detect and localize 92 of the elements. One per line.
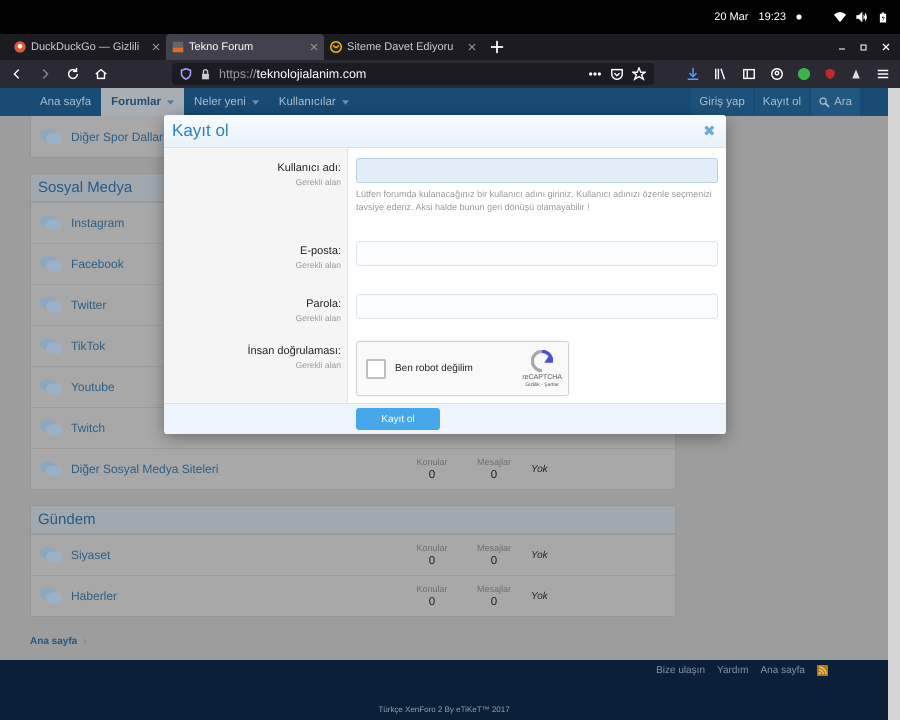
- speech-bubbles-icon: [39, 586, 63, 606]
- star-icon[interactable]: [632, 67, 646, 81]
- required-hint: Gerekli alan: [296, 260, 341, 270]
- menu-icon[interactable]: [876, 67, 890, 81]
- scrollbar[interactable]: [888, 88, 900, 720]
- topics-count: 0: [428, 596, 436, 608]
- site-icon: [172, 41, 184, 53]
- close-icon[interactable]: [310, 43, 318, 51]
- section-title[interactable]: Gündem: [31, 506, 675, 534]
- dot-icon: [796, 14, 802, 20]
- messages-count: 0: [490, 596, 498, 608]
- search-icon: [819, 96, 830, 108]
- nav-tab[interactable]: Ana sayfa: [30, 88, 102, 116]
- wifi-icon: [834, 11, 846, 23]
- recaptcha-icon: [531, 350, 554, 372]
- last-post: Yok: [531, 464, 548, 474]
- breadcrumb-link[interactable]: Ana sayfa: [30, 636, 78, 647]
- address-bar[interactable]: https://teknolojialanim.com: [172, 63, 654, 85]
- close-icon: [882, 43, 890, 51]
- field-label: E-posta:: [300, 245, 341, 257]
- home-icon[interactable]: [94, 67, 108, 81]
- library-icon[interactable]: [714, 67, 728, 81]
- required-hint: Gerekli alan: [296, 360, 341, 370]
- speech-bubbles-icon: [39, 336, 63, 356]
- forum-link[interactable]: Siyaset: [71, 548, 401, 562]
- nav-tab[interactable]: Neler yeni: [184, 88, 269, 116]
- last-post: Yok: [531, 590, 548, 602]
- search-button[interactable]: Ara: [811, 88, 860, 116]
- topics-count: 0: [428, 555, 436, 567]
- speech-bubbles-icon: [39, 459, 63, 479]
- field-explanation: Lütfen forumda kulanacağınız bir kullanıcı adını giriniz. Kullanıcı adınızı özenle seçmenizi tavsiye ederiz. Aksi halde bunun geri dönüşü olamayabilir !: [356, 188, 713, 214]
- messages-count: 0: [490, 555, 498, 567]
- lock-icon: [200, 68, 211, 80]
- required-hint: Gerekli alan: [296, 313, 341, 323]
- close-button[interactable]: ✖: [701, 122, 718, 140]
- breadcrumb-separator: ›: [83, 636, 87, 647]
- download-icon[interactable]: [686, 67, 700, 81]
- required-hint: Gerekli alan: [296, 177, 341, 187]
- speech-bubbles-icon: [39, 126, 63, 146]
- browser-tab[interactable]: DuckDuckGo — Gizlili: [8, 34, 166, 60]
- browser-tab[interactable]: Tekno Forum: [166, 34, 324, 60]
- close-icon[interactable]: [468, 43, 476, 51]
- field-label: İnsan doğrulaması:: [247, 345, 341, 357]
- copyright: Türkçe XenForo 2 By eTiKeT™ 2017: [378, 705, 510, 714]
- field-label: Parola:: [306, 298, 341, 310]
- messages-label: Mesajlar: [476, 543, 511, 553]
- pocket-icon[interactable]: [610, 67, 624, 81]
- last-post: Yok: [531, 550, 548, 560]
- close-icon[interactable]: [152, 43, 160, 51]
- speech-bubbles-icon: [39, 545, 63, 565]
- nav-tab[interactable]: Forumlar: [101, 88, 184, 116]
- topics-count: 0: [428, 469, 436, 481]
- battery-icon: [878, 10, 888, 24]
- shield-icon: [180, 68, 192, 80]
- speech-bubbles-icon: [39, 295, 63, 315]
- topics-label: Konular: [416, 543, 448, 553]
- messages-count: 0: [490, 469, 498, 481]
- extension-icon: [798, 68, 810, 80]
- topics-label: Konular: [416, 457, 448, 467]
- speech-bubbles-icon: [39, 418, 63, 438]
- rss-icon: [817, 664, 828, 676]
- forum-link[interactable]: Diğer Sosyal Medya Siteleri: [71, 462, 401, 476]
- input-field[interactable]: [356, 294, 718, 319]
- restore-icon: [860, 43, 868, 51]
- register-button[interactable]: Kayıt ol: [356, 408, 440, 430]
- messages-label: Mesajlar: [476, 584, 511, 594]
- captcha-checkbox[interactable]: [366, 358, 386, 378]
- account-icon[interactable]: [770, 67, 784, 81]
- browser-tab[interactable]: Siteme Davet Ediyoru: [324, 34, 482, 60]
- reload-icon[interactable]: [66, 67, 80, 81]
- input-field[interactable]: [356, 158, 718, 183]
- footer-link[interactable]: Bize ulaşın: [656, 664, 706, 676]
- clock: 19:23: [758, 11, 786, 23]
- topics-label: Konular: [416, 584, 448, 594]
- messages-label: Mesajlar: [476, 457, 511, 467]
- nav-tab[interactable]: Kullanıcılar: [268, 88, 359, 116]
- volume-icon: [856, 11, 868, 23]
- input-field[interactable]: [356, 241, 718, 266]
- footer-link[interactable]: Ana sayfa: [760, 664, 805, 676]
- speech-bubbles-icon: [39, 254, 63, 274]
- footer-link[interactable]: Yardım: [717, 664, 749, 676]
- shield-icon: [824, 68, 836, 80]
- sidebar-icon[interactable]: [742, 67, 756, 81]
- speech-bubbles-icon: [39, 213, 63, 233]
- forum-link[interactable]: Haberler: [71, 589, 401, 603]
- nav-link[interactable]: Giriş yap: [691, 88, 753, 116]
- field-label: Kullanıcı adı:: [277, 162, 341, 174]
- nav-link[interactable]: Kayıt ol: [754, 88, 810, 116]
- dialog-title: Kayıt ol: [172, 121, 229, 141]
- captcha-label: Ben robot değilim: [395, 363, 474, 374]
- speech-bubbles-icon: [39, 377, 63, 397]
- date: 20 Mar: [714, 11, 748, 23]
